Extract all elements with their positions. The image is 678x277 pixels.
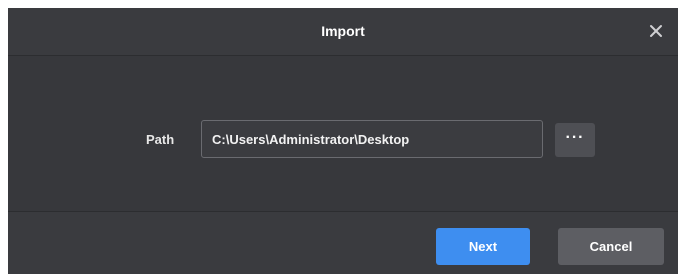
dialog-titlebar: Import (8, 8, 678, 56)
path-input[interactable] (201, 120, 543, 158)
dialog-body: Path ··· (8, 56, 678, 212)
browse-button[interactable]: ··· (555, 123, 595, 157)
dialog-title: Import (321, 23, 365, 39)
more-icon: ··· (565, 129, 585, 146)
close-icon[interactable] (648, 23, 664, 39)
next-button[interactable]: Next (436, 228, 530, 265)
import-dialog: Import Path ··· Next Cancel (8, 8, 678, 274)
dialog-footer: Next Cancel (8, 212, 678, 274)
path-label: Path (146, 132, 175, 147)
cancel-button[interactable]: Cancel (558, 228, 664, 265)
